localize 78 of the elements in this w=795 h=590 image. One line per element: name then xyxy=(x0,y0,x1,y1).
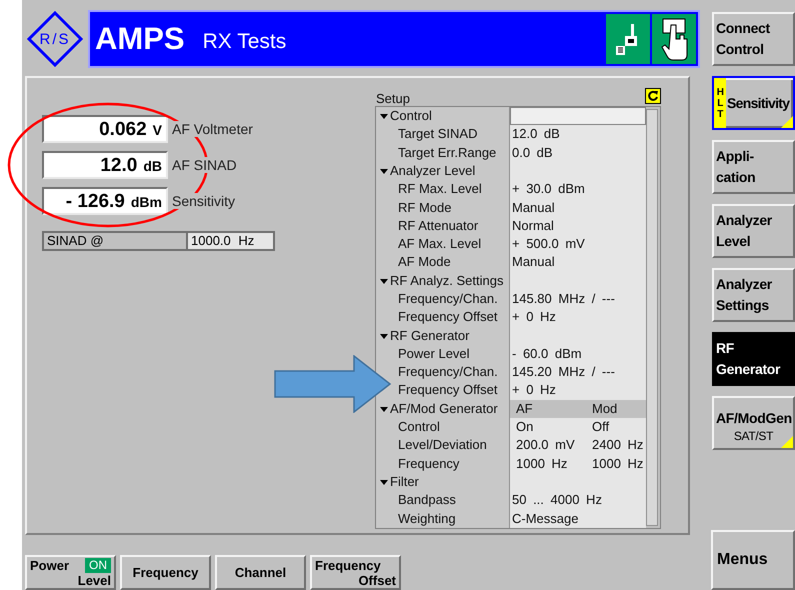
scrollbar[interactable] xyxy=(646,108,658,526)
unit-label: V xyxy=(152,122,162,138)
setting-value: 145.80 MHz / --- xyxy=(512,290,615,308)
setting-value: + 0 Hz xyxy=(512,381,556,400)
setting-value: + 30.0 dBm xyxy=(512,180,585,198)
hlt-badge: HLT xyxy=(714,78,726,128)
panel-title: Setup xyxy=(375,90,410,106)
setting-label: Weighting xyxy=(398,510,456,528)
setting-label: Target SINAD xyxy=(398,125,478,144)
setting-label: Frequency/Chan. xyxy=(398,290,498,308)
menus-softkey[interactable]: Menus xyxy=(711,530,795,590)
setting-value: Mod xyxy=(591,400,618,418)
setting-label: RF Max. Level xyxy=(398,180,482,198)
softkey[interactable]: Analyzer Settings xyxy=(712,268,795,322)
refresh-icon[interactable] xyxy=(645,88,661,104)
setting-label: Frequency Offset xyxy=(398,308,498,326)
unit-label: dB xyxy=(143,158,162,174)
hand-pointer-icon[interactable] xyxy=(652,14,696,64)
caret-icon[interactable] xyxy=(379,404,389,413)
caret-icon[interactable] xyxy=(379,332,389,340)
setting-value: + 500.0 mV xyxy=(512,235,585,254)
setting-value: 1000 Hz xyxy=(591,454,644,473)
setting-label: RF Mode xyxy=(398,198,452,217)
setting-value: 200.0 mV xyxy=(515,436,576,454)
setting-value: 2400 Hz xyxy=(591,436,644,454)
setting-value: 50 ... 4000 Hz xyxy=(512,491,602,510)
corner-mark-icon xyxy=(781,116,793,128)
softkey[interactable]: Frequency Offset xyxy=(310,555,401,590)
softkey[interactable]: RF Generator xyxy=(712,332,795,386)
setting-label: Level/Deviation xyxy=(398,436,487,454)
softkey[interactable]: Connect Control xyxy=(712,12,795,66)
setting-value: - 60.0 dBm xyxy=(512,344,582,363)
setting-label: Frequency xyxy=(398,454,460,473)
setting-label: Power Level xyxy=(398,344,470,363)
setting-value: Manual xyxy=(512,253,555,272)
setting-value: 12.0 dB xyxy=(512,125,560,144)
caret-icon[interactable] xyxy=(379,276,389,285)
setting-label: AF Mode xyxy=(398,253,451,272)
status-indicator: ON xyxy=(85,558,111,572)
app-title: AMPS xyxy=(95,20,185,57)
softkey[interactable]: Power ON Level xyxy=(25,555,116,590)
logo: R/S xyxy=(27,10,83,67)
setting-value: On xyxy=(515,418,534,436)
softkey[interactable]: AF/ModGen SAT/ST xyxy=(712,396,795,450)
setting-label: Frequency Offset xyxy=(398,381,498,400)
setting-value: Manual xyxy=(512,198,555,217)
setting-value: Normal xyxy=(512,216,554,235)
setting-value: 0.0 dB xyxy=(512,144,553,162)
setting-value: C-Message xyxy=(512,510,578,528)
softkey[interactable]: Analyzer Level xyxy=(712,204,795,258)
setting-value: 1000 Hz xyxy=(515,454,568,473)
setting-label: AF Max. Level xyxy=(398,235,482,254)
cursor-cell[interactable] xyxy=(510,106,646,126)
setting-value: + 0 Hz xyxy=(512,308,556,326)
setting-label: Target Err.Range xyxy=(398,144,496,162)
setting-value: 145.20 MHz / --- xyxy=(512,363,615,382)
readout-label: AF SINAD xyxy=(172,156,237,173)
readout-label: AF Voltmeter xyxy=(172,120,253,137)
screen-title: RX Tests xyxy=(202,30,286,54)
softkey[interactable]: Appli- cation xyxy=(712,140,795,194)
unit-label: dBm xyxy=(130,194,162,210)
caret-icon[interactable] xyxy=(379,112,389,120)
setting-label: RF Attenuator xyxy=(398,216,478,235)
softkey[interactable]: Frequency xyxy=(120,555,211,590)
setting-label: Bandpass xyxy=(398,491,456,510)
corner-mark-icon xyxy=(781,436,793,448)
setting-label: Control xyxy=(398,418,440,436)
setting-value: AF xyxy=(515,400,534,418)
sinad-frequency-field: SINAD @ 1000.0 Hz xyxy=(42,230,275,251)
readout-value: - 126.9 xyxy=(66,190,125,213)
setting-label: Frequency/Chan. xyxy=(398,363,498,382)
readout-label: Sensitivity xyxy=(172,192,236,209)
caret-icon[interactable] xyxy=(379,166,389,175)
readout-value: 12.0 xyxy=(100,154,138,177)
caret-icon[interactable] xyxy=(379,478,389,486)
setting-value: Off xyxy=(591,418,610,436)
readout-value: 0.062 xyxy=(99,118,147,141)
softkey[interactable]: Channel xyxy=(215,555,306,590)
